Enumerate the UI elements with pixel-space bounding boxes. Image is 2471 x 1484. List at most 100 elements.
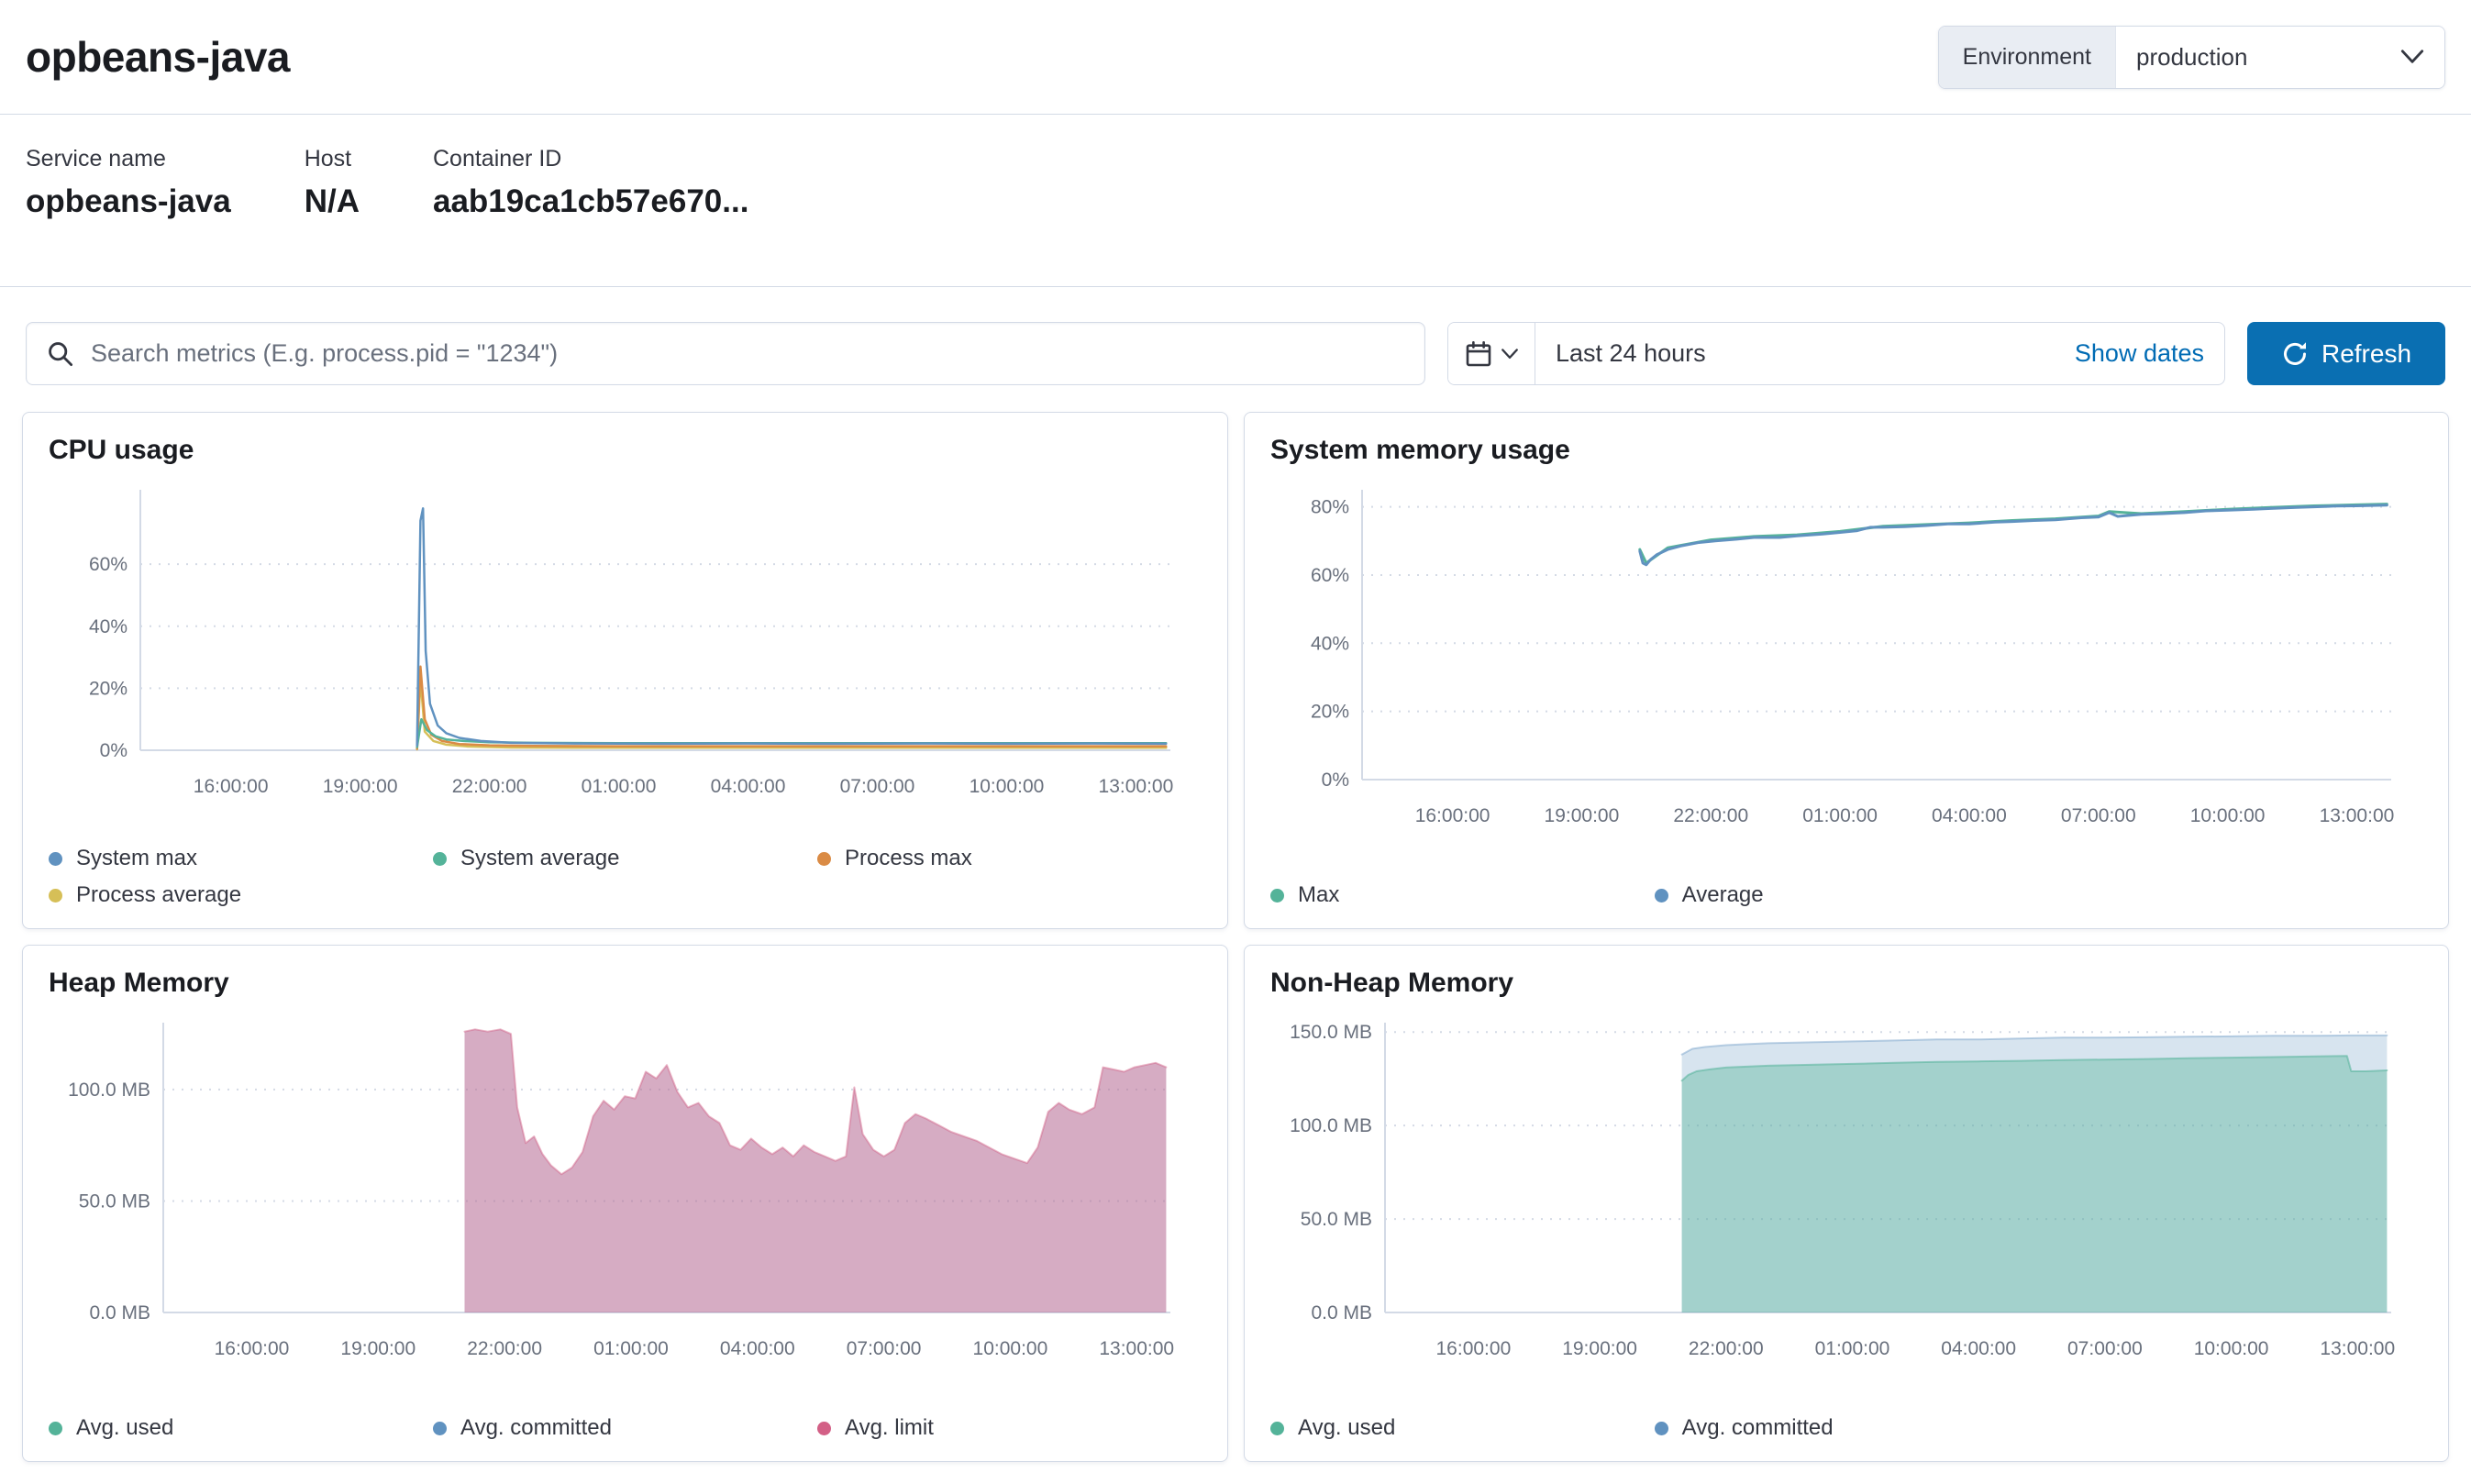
svg-text:22:00:00: 22:00:00 xyxy=(1673,805,1748,826)
legend-label: Max xyxy=(1298,882,1339,908)
legend-dot xyxy=(817,852,831,866)
svg-text:07:00:00: 07:00:00 xyxy=(840,776,915,797)
legend-dot xyxy=(49,852,62,866)
service-info-section: Service name opbeans-java Host N/A Conta… xyxy=(0,115,2471,287)
panel-non-heap-memory: Non-Heap Memory 0.0 MB50.0 MB100.0 MB150… xyxy=(1244,945,2449,1462)
legend-dot xyxy=(433,1422,447,1435)
legend-item[interactable]: Avg. committed xyxy=(433,1415,817,1441)
refresh-icon xyxy=(2281,340,2309,368)
legend-label: Avg. committed xyxy=(460,1415,612,1441)
date-range-control: Last 24 hours Show dates xyxy=(1447,322,2225,385)
legend-label: System average xyxy=(460,846,619,871)
svg-text:0%: 0% xyxy=(100,740,127,761)
legend-dot xyxy=(1655,889,1668,903)
chart-title: Non-Heap Memory xyxy=(1270,968,2422,999)
non-heap-memory-chart[interactable]: 0.0 MB50.0 MB100.0 MB150.0 MB16:00:0019:… xyxy=(1270,1008,2422,1368)
system-memory-legend: Max Average xyxy=(1270,882,2422,908)
heap-memory-chart[interactable]: 0.0 MB50.0 MB100.0 MB16:00:0019:00:0022:… xyxy=(49,1008,1202,1368)
container-id-field: Container ID aab19ca1cb57e670... xyxy=(433,146,748,286)
environment-label: Environment xyxy=(1939,27,2116,88)
refresh-label: Refresh xyxy=(2321,339,2411,369)
page-title: opbeans-java xyxy=(26,32,290,82)
legend-label: Avg. used xyxy=(76,1415,173,1441)
charts-grid: CPU usage 0%20%40%60%16:00:0019:00:0022:… xyxy=(0,385,2471,1484)
refresh-button[interactable]: Refresh xyxy=(2247,322,2445,385)
legend-dot xyxy=(1270,1422,1284,1435)
non-heap-memory-legend: Avg. usedAvg. committed xyxy=(1270,1415,2422,1441)
panel-system-memory-usage: System memory usage 0%20%40%60%80%16:00:… xyxy=(1244,412,2449,929)
svg-text:16:00:00: 16:00:00 xyxy=(1436,1338,1512,1359)
environment-value: production xyxy=(2136,43,2247,72)
svg-text:01:00:00: 01:00:00 xyxy=(593,1338,669,1359)
service-name-field: Service name opbeans-java xyxy=(26,146,231,286)
svg-text:16:00:00: 16:00:00 xyxy=(1415,805,1490,826)
svg-text:01:00:00: 01:00:00 xyxy=(1802,805,1878,826)
search-icon xyxy=(47,340,74,368)
svg-text:07:00:00: 07:00:00 xyxy=(2067,1338,2143,1359)
svg-text:40%: 40% xyxy=(1311,633,1349,654)
search-input[interactable] xyxy=(91,339,1404,368)
legend-item[interactable]: Avg. committed xyxy=(1655,1415,2039,1441)
cpu-usage-chart[interactable]: 0%20%40%60%16:00:0019:00:0022:00:0001:00… xyxy=(49,475,1202,805)
svg-text:0.0 MB: 0.0 MB xyxy=(89,1302,150,1323)
service-name-value: opbeans-java xyxy=(26,183,231,220)
system-memory-chart[interactable]: 0%20%40%60%80%16:00:0019:00:0022:00:0001… xyxy=(1270,475,2422,835)
svg-text:100.0 MB: 100.0 MB xyxy=(68,1080,150,1101)
svg-text:07:00:00: 07:00:00 xyxy=(2061,805,2136,826)
legend-item[interactable]: Avg. used xyxy=(49,1415,433,1441)
svg-text:40%: 40% xyxy=(89,616,127,637)
svg-text:0%: 0% xyxy=(1322,770,1349,791)
panel-cpu-usage: CPU usage 0%20%40%60%16:00:0019:00:0022:… xyxy=(22,412,1228,929)
svg-text:22:00:00: 22:00:00 xyxy=(1689,1338,1764,1359)
legend-item[interactable]: Process average xyxy=(49,882,433,908)
svg-text:60%: 60% xyxy=(1311,565,1349,586)
svg-text:04:00:00: 04:00:00 xyxy=(1932,805,2007,826)
search-box xyxy=(26,322,1425,385)
svg-text:19:00:00: 19:00:00 xyxy=(1562,1338,1637,1359)
svg-text:19:00:00: 19:00:00 xyxy=(323,776,398,797)
legend-item[interactable]: Average xyxy=(1655,882,2039,908)
legend-item[interactable]: Max xyxy=(1270,882,1655,908)
svg-text:01:00:00: 01:00:00 xyxy=(582,776,657,797)
svg-text:10:00:00: 10:00:00 xyxy=(2190,805,2266,826)
svg-text:19:00:00: 19:00:00 xyxy=(1545,805,1620,826)
svg-text:50.0 MB: 50.0 MB xyxy=(79,1191,150,1212)
legend-item[interactable]: System average xyxy=(433,846,817,871)
legend-label: Process average xyxy=(76,882,241,908)
date-range-value[interactable]: Last 24 hours xyxy=(1556,339,1706,368)
legend-item[interactable]: Avg. limit xyxy=(817,1415,1202,1441)
chart-title: Heap Memory xyxy=(49,968,1202,999)
svg-text:100.0 MB: 100.0 MB xyxy=(1290,1115,1372,1136)
legend-item[interactable]: Avg. used xyxy=(1270,1415,1655,1441)
svg-text:60%: 60% xyxy=(89,554,127,575)
svg-text:01:00:00: 01:00:00 xyxy=(1815,1338,1890,1359)
environment-control-group: Environment production xyxy=(1938,26,2445,89)
legend-label: Avg. limit xyxy=(845,1415,934,1441)
environment-select[interactable]: production xyxy=(2116,27,2444,88)
legend-item[interactable]: System max xyxy=(49,846,433,871)
svg-text:0.0 MB: 0.0 MB xyxy=(1311,1302,1372,1323)
svg-text:10:00:00: 10:00:00 xyxy=(973,1338,1048,1359)
chevron-down-icon xyxy=(1501,349,1518,360)
chart-title: System memory usage xyxy=(1270,435,2422,466)
cpu-usage-legend: System max System average Process max Proce… xyxy=(49,846,1202,908)
metrics-toolbar: Last 24 hours Show dates Refresh xyxy=(0,322,2471,385)
calendar-button[interactable] xyxy=(1448,323,1535,384)
host-field: Host N/A xyxy=(305,146,360,286)
date-range-display: Last 24 hours Show dates xyxy=(1535,323,2224,384)
panel-heap-memory: Heap Memory 0.0 MB50.0 MB100.0 MB16:00:0… xyxy=(22,945,1228,1462)
legend-label: System max xyxy=(76,846,197,871)
svg-text:10:00:00: 10:00:00 xyxy=(2194,1338,2269,1359)
legend-item[interactable]: Process max xyxy=(817,846,1202,871)
svg-text:19:00:00: 19:00:00 xyxy=(340,1338,416,1359)
chart-title: CPU usage xyxy=(49,435,1202,466)
legend-dot xyxy=(433,852,447,866)
host-value: N/A xyxy=(305,183,360,220)
legend-dot xyxy=(1270,889,1284,903)
svg-text:04:00:00: 04:00:00 xyxy=(1941,1338,2016,1359)
legend-dot xyxy=(49,889,62,903)
show-dates-link[interactable]: Show dates xyxy=(2075,339,2204,368)
svg-text:04:00:00: 04:00:00 xyxy=(711,776,786,797)
host-label: Host xyxy=(305,146,360,172)
svg-text:13:00:00: 13:00:00 xyxy=(2320,1338,2395,1359)
